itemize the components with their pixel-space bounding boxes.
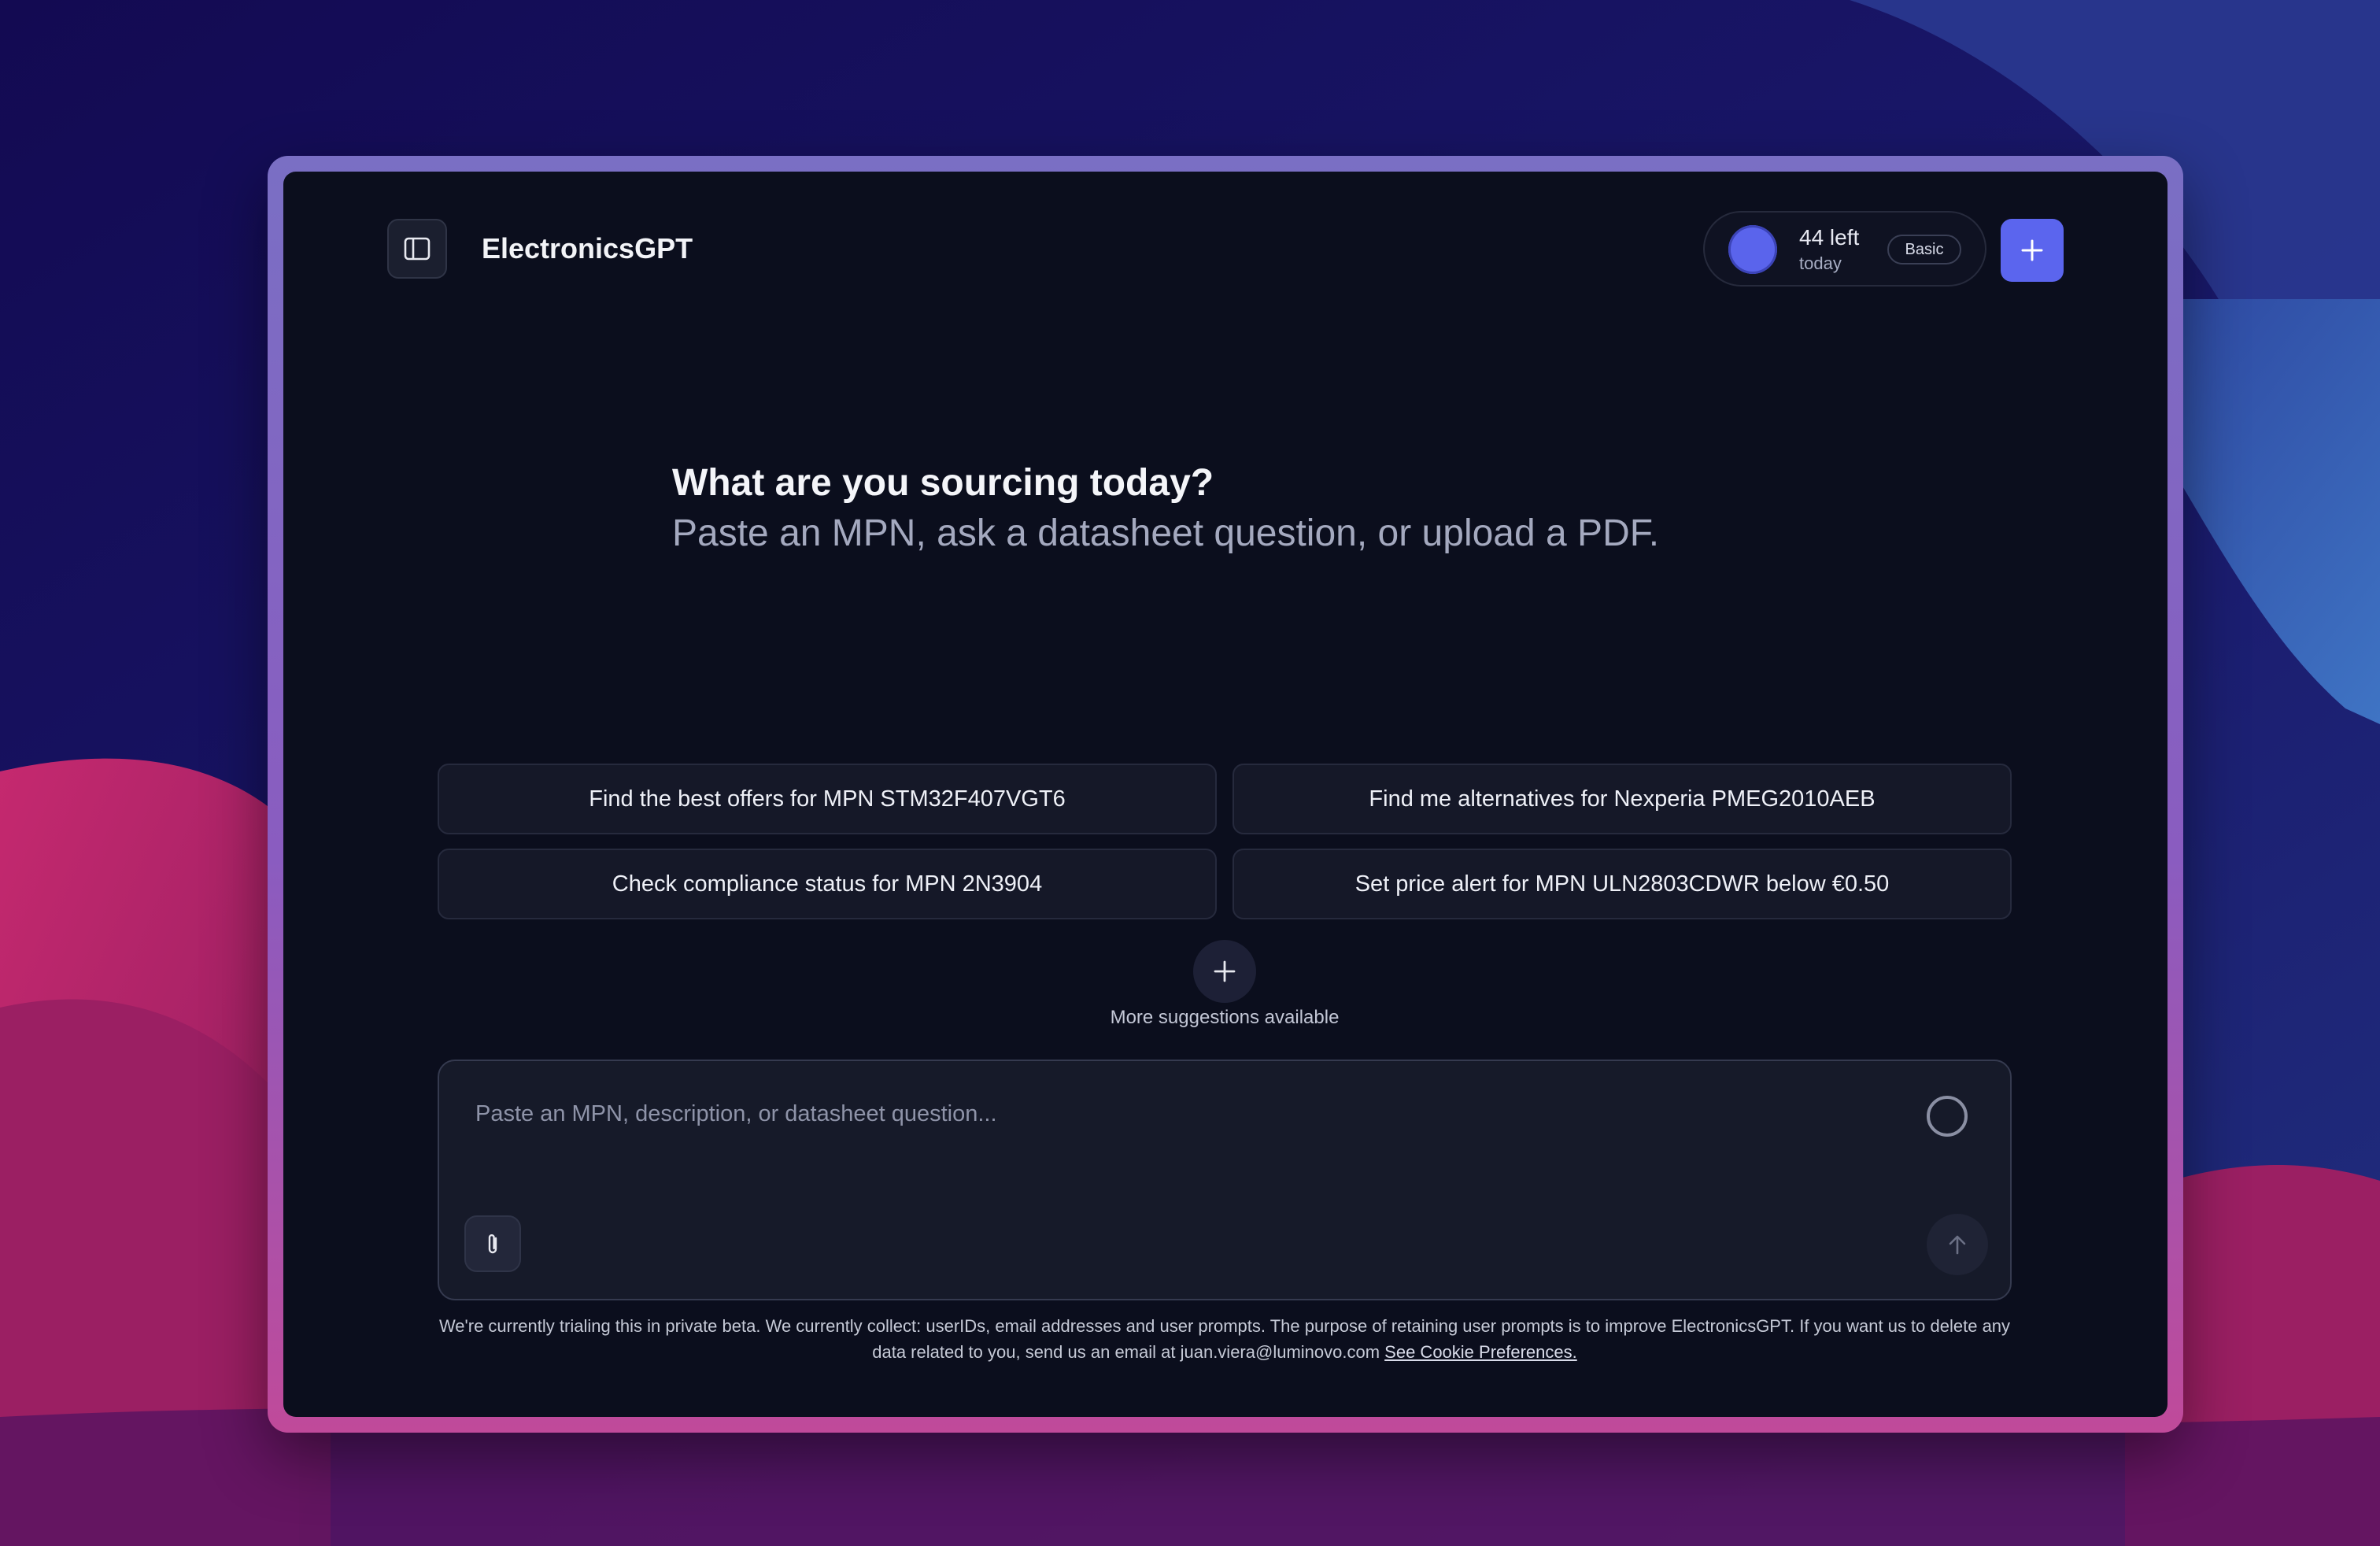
send-button[interactable] [1927,1214,1988,1275]
usage-indicator[interactable]: 44 left today Basic [1703,211,1986,287]
message-input[interactable] [474,1089,1894,1138]
page-title: What are you sourcing today? [672,462,1214,504]
suggestion-card[interactable]: Find me alternatives for Nexperia PMEG20… [1232,764,2012,834]
usage-count: 44 left [1799,225,1860,250]
cookie-preferences-link[interactable]: See Cookie Preferences. [1384,1342,1577,1362]
suggestion-card[interactable]: Find the best offers for MPN STM32F407VG… [438,764,1217,834]
suggestion-card[interactable]: Check compliance status for MPN 2N3904 [438,849,1217,919]
message-composer [438,1060,2012,1300]
plan-badge: Basic [1887,235,1961,264]
plus-icon [1214,960,1236,982]
plus-icon [2021,239,2043,261]
circle-outline-icon [1927,1096,1968,1137]
paperclip-icon [488,1234,497,1254]
privacy-disclaimer: We're currently trialing this in private… [438,1313,2012,1365]
disclaimer-text: We're currently trialing this in private… [438,1316,2011,1362]
new-chat-button[interactable] [2001,219,2064,282]
page-subtitle: Paste an MPN, ask a datasheet question, … [672,512,1660,554]
usage-period: today [1799,253,1842,273]
suggestion-card[interactable]: Set price alert for MPN ULN2803CDWR belo… [1232,849,2012,919]
usage-ring-icon [1728,225,1777,274]
sidebar-toggle-button[interactable] [387,219,447,279]
attach-file-button[interactable] [464,1215,521,1272]
more-suggestions-label: More suggestions available [1110,1007,1340,1028]
app-title: ElectronicsGPT [482,232,693,264]
app-window: ElectronicsGPT 44 left today Basic What … [283,172,2168,1417]
sidebar-panel-icon [404,237,431,261]
arrow-up-icon [1949,1235,1966,1255]
more-suggestions-button[interactable] [1193,940,1256,1003]
